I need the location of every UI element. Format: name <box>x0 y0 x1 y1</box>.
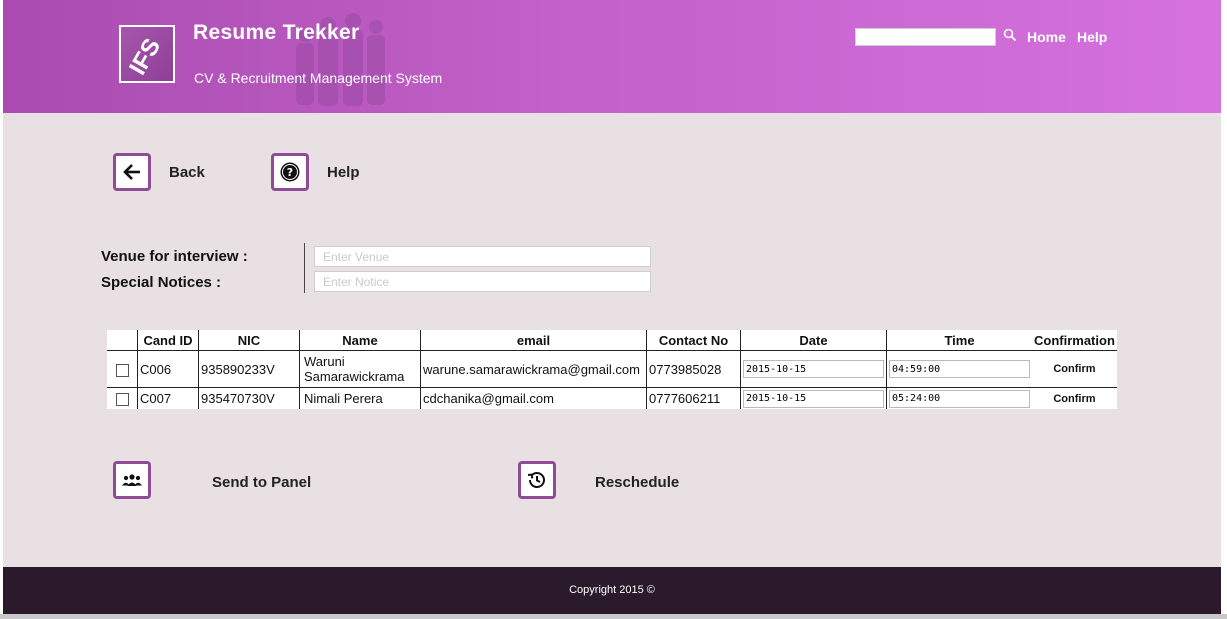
cand-id-cell: C007 <box>137 387 199 409</box>
app-window: IFS Resume Trekker CV & Recruitment Mana… <box>3 0 1221 614</box>
reschedule-button[interactable] <box>518 461 556 499</box>
nic-cell: 935470730V <box>198 387 300 409</box>
col-contact: Contact No <box>646 330 741 351</box>
table-row: C007 935470730V Nimali Perera cdchanika@… <box>107 387 1117 409</box>
name-cell: Nimali Perera <box>299 387 421 409</box>
nic-cell: 935890233V <box>198 350 300 388</box>
col-nic: NIC <box>198 330 300 351</box>
history-icon <box>527 472 545 488</box>
row-select-cell <box>107 387 138 409</box>
form-divider <box>304 243 305 293</box>
reschedule-label[interactable]: Reschedule <box>595 474 679 491</box>
search-icon[interactable] <box>1003 28 1017 42</box>
window-bottom-edge <box>0 614 1227 619</box>
venue-label: Venue for interview : <box>101 248 248 265</box>
time-cell <box>886 387 1032 409</box>
contact-cell: 0773985028 <box>646 350 741 388</box>
time-input[interactable] <box>889 360 1030 379</box>
help-button[interactable]: ? <box>271 153 309 191</box>
back-label[interactable]: Back <box>169 164 205 181</box>
row-checkbox[interactable] <box>115 393 129 407</box>
notice-input[interactable] <box>314 271 651 292</box>
col-date: Date <box>740 330 887 351</box>
col-name: Name <box>299 330 421 351</box>
col-select <box>107 330 138 351</box>
date-input[interactable] <box>743 360 884 379</box>
row-checkbox[interactable] <box>115 363 129 377</box>
col-email: email <box>420 330 647 351</box>
question-circle-icon: ? <box>280 162 300 182</box>
contact-cell: 0777606211 <box>646 387 741 409</box>
confirm-cell: Confirm <box>1032 387 1117 409</box>
back-button[interactable] <box>113 153 151 191</box>
header-banner: IFS Resume Trekker CV & Recruitment Mana… <box>3 0 1221 113</box>
col-confirmation: Confirmation <box>1032 330 1117 351</box>
col-cand-id: Cand ID <box>137 330 199 351</box>
row-select-cell <box>107 350 138 388</box>
arrow-left-icon <box>123 164 140 180</box>
date-input[interactable] <box>743 389 884 408</box>
nav-help-link[interactable]: Help <box>1077 29 1107 45</box>
table-row: C006 935890233V Waruni Samarawickrama wa… <box>107 350 1117 388</box>
footer: Copyright 2015 © <box>3 567 1221 614</box>
candidates-table: Cand ID NIC Name email Contact No Date T… <box>107 330 1117 409</box>
app-subtitle: CV & Recruitment Management System <box>194 70 443 86</box>
col-time: Time <box>886 330 1032 351</box>
time-input[interactable] <box>889 389 1030 408</box>
date-cell <box>740 350 887 388</box>
group-icon <box>122 474 142 486</box>
send-to-panel-button[interactable] <box>113 461 151 499</box>
venue-input[interactable] <box>314 246 651 267</box>
confirm-cell: Confirm <box>1032 350 1117 388</box>
cand-id-cell: C006 <box>137 350 199 388</box>
date-cell <box>740 387 887 409</box>
copyright-text: Copyright 2015 © <box>569 584 655 596</box>
help-label[interactable]: Help <box>327 164 360 181</box>
search-input[interactable] <box>855 28 996 46</box>
send-to-panel-label[interactable]: Send to Panel <box>212 474 311 491</box>
confirm-button[interactable]: Confirm <box>1034 393 1115 405</box>
svg-text:?: ? <box>287 166 293 179</box>
app-title: Resume Trekker <box>193 21 360 44</box>
notice-label: Special Notices : <box>101 274 222 291</box>
ifs-logo: IFS <box>119 25 175 83</box>
email-cell: cdchanika@gmail.com <box>420 387 647 409</box>
table-header-row: Cand ID NIC Name email Contact No Date T… <box>107 330 1117 351</box>
confirm-button[interactable]: Confirm <box>1034 363 1115 375</box>
nav-home-link[interactable]: Home <box>1027 29 1066 45</box>
email-cell: warune.samarawickrama@gmail.com <box>420 350 647 388</box>
time-cell <box>886 350 1032 388</box>
name-cell: Waruni Samarawickrama <box>299 350 421 388</box>
